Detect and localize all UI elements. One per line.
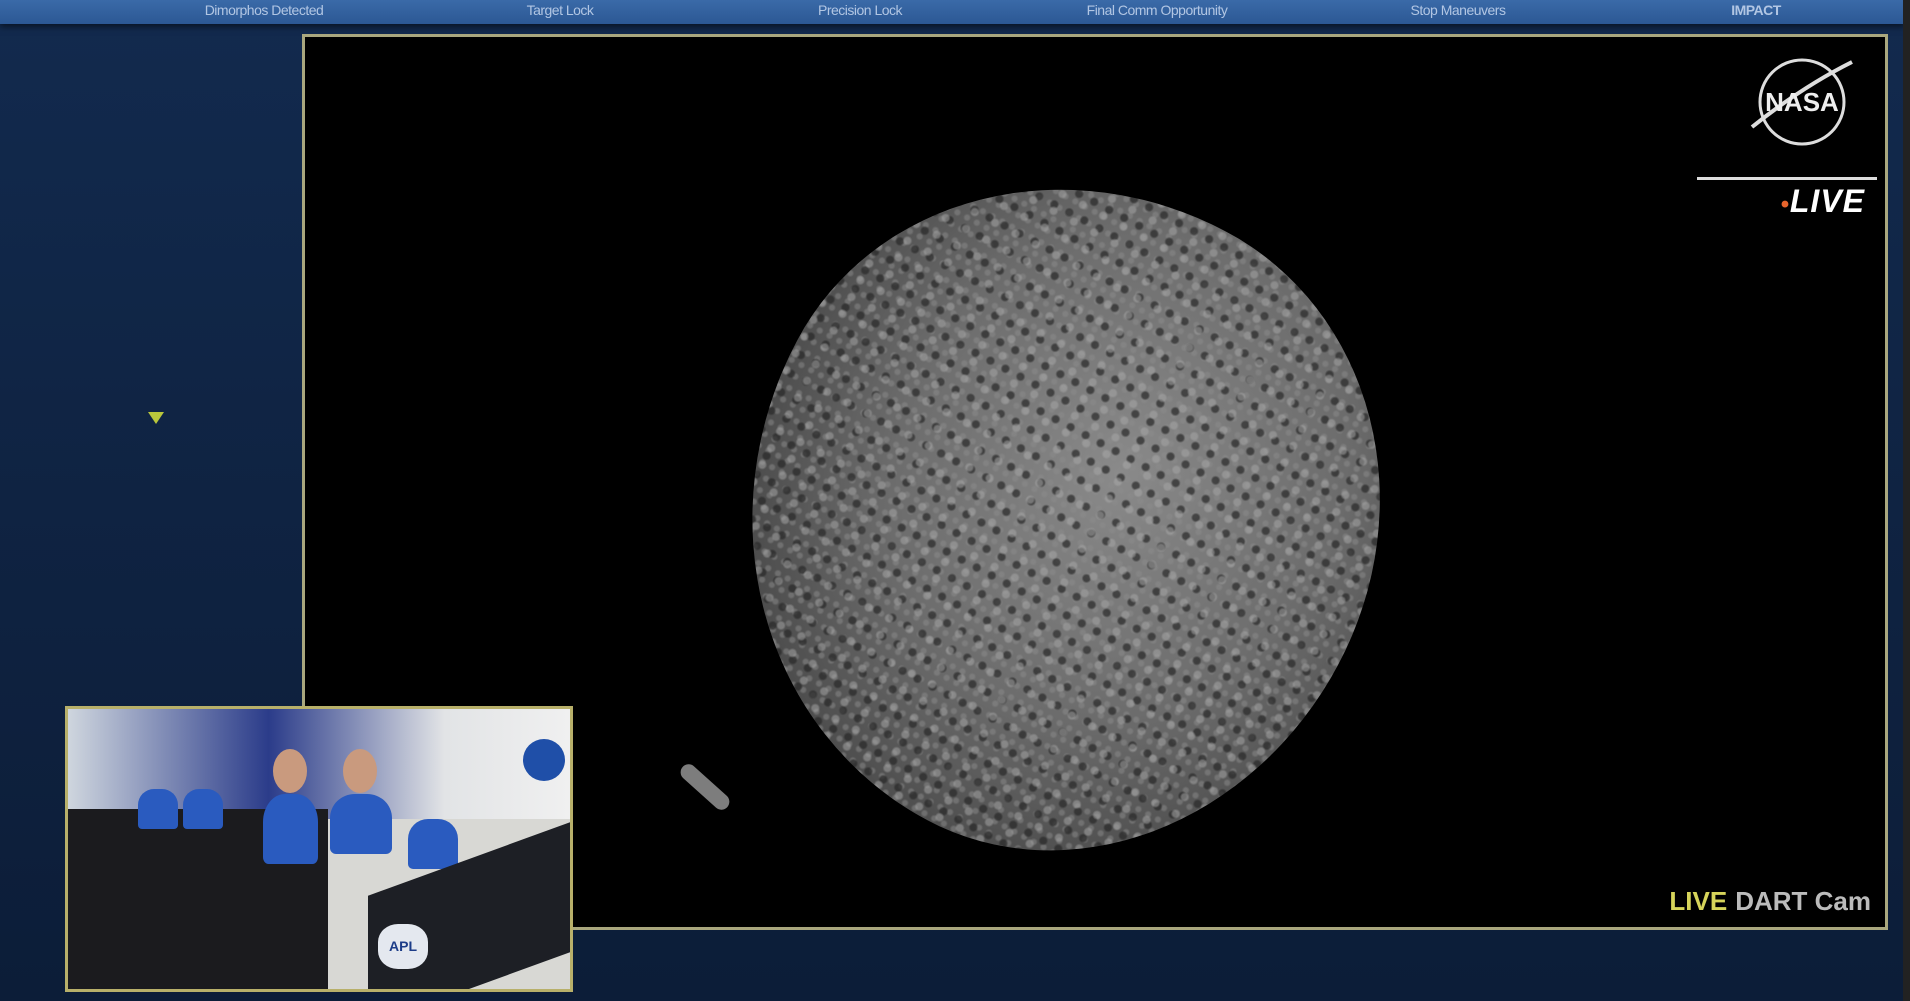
milestone-bar: Dimorphos Detected Target Lock Precision… bbox=[0, 0, 1905, 24]
progress-marker-icon bbox=[148, 412, 164, 424]
mission-control-inset: APL bbox=[65, 706, 573, 992]
person-head bbox=[343, 749, 377, 793]
asteroid-dimorphos bbox=[627, 78, 1493, 930]
live-badge: •LIVE bbox=[1780, 183, 1865, 220]
apl-logo: APL bbox=[378, 924, 428, 969]
person bbox=[263, 794, 318, 864]
milestone-final-comm: Final Comm Opportunity bbox=[1087, 2, 1228, 18]
person bbox=[408, 819, 458, 869]
live-dot-icon: • bbox=[1780, 191, 1789, 218]
feed-caption: LIVE DART Cam bbox=[1669, 886, 1871, 917]
person bbox=[330, 794, 392, 854]
milestone-target-lock: Target Lock bbox=[527, 2, 594, 18]
nasa-logo-icon: NASA bbox=[1747, 47, 1857, 157]
caption-name: DART Cam bbox=[1735, 886, 1871, 916]
milestone-stop-maneuvers: Stop Maneuvers bbox=[1411, 2, 1506, 18]
milestone-impact: IMPACT bbox=[1731, 2, 1781, 18]
nasa-meatball-icon bbox=[523, 739, 565, 781]
person-head bbox=[273, 749, 307, 793]
live-divider bbox=[1697, 177, 1877, 180]
person bbox=[138, 789, 178, 829]
boulder bbox=[677, 761, 732, 813]
svg-text:NASA: NASA bbox=[1765, 87, 1839, 117]
milestone-precision-lock: Precision Lock bbox=[818, 2, 902, 18]
person bbox=[183, 789, 223, 829]
live-badge-text: LIVE bbox=[1790, 183, 1865, 219]
edge-strip bbox=[1903, 0, 1910, 1001]
caption-live: LIVE bbox=[1669, 886, 1727, 916]
milestone-dimorphos-detected: Dimorphos Detected bbox=[205, 2, 324, 18]
